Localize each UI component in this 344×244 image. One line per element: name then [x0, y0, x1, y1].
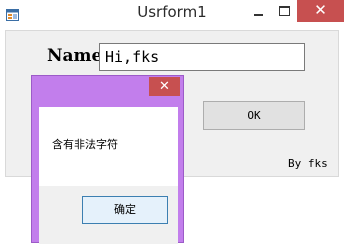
dialog-footer: 确定: [39, 186, 178, 244]
name-input[interactable]: [99, 43, 305, 71]
author-byline: By fks: [288, 157, 328, 170]
maximize-icon: [279, 6, 290, 16]
message-box: ✕ 含有非法字符 确定: [31, 75, 184, 244]
close-button[interactable]: ✕: [297, 0, 344, 22]
minimize-icon: [254, 14, 263, 16]
close-icon: ✕: [314, 1, 327, 19]
name-label: Name: [47, 46, 103, 66]
dialog-close-button[interactable]: ✕: [149, 77, 180, 96]
ok-button[interactable]: OK: [203, 101, 305, 130]
confirm-button[interactable]: 确定: [82, 196, 168, 224]
minimize-button[interactable]: [245, 0, 271, 22]
dialog-body: 含有非法字符: [39, 107, 178, 186]
title-bar[interactable]: Usrform1 ✕: [0, 0, 344, 24]
close-icon: ✕: [159, 79, 170, 94]
dialog-message: 含有非法字符: [52, 138, 118, 151]
maximize-button[interactable]: [271, 0, 297, 22]
